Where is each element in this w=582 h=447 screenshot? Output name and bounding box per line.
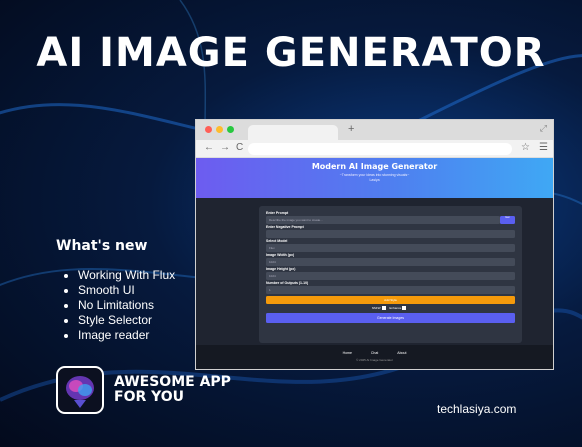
star-icon[interactable]: ☆: [521, 142, 530, 153]
reload-icon[interactable]: C: [236, 142, 243, 153]
gen-small-button[interactable]: Gen: [500, 216, 515, 224]
nsfw-checkbox[interactable]: [381, 306, 386, 311]
footer-links: Home Chat About: [196, 345, 553, 355]
whats-new-section: What's new Working With Flux Smooth UI N…: [56, 238, 175, 343]
site-url: techlasiya.com: [437, 402, 517, 416]
brain-app-icon: [56, 366, 104, 414]
new-tab-icon[interactable]: +: [348, 123, 354, 135]
negative-prompt-input[interactable]: [266, 230, 515, 238]
page-footer: Home Chat About © 2025 AI Image Generato…: [196, 345, 553, 369]
browser-titlebar: + ⤢: [196, 120, 553, 140]
generator-form: Enter Prompt Describe the image you want…: [259, 206, 522, 343]
headline: AI IMAGE GENERATOR: [36, 30, 546, 76]
footer-link-home[interactable]: Home: [343, 351, 352, 355]
browser-window: + ⤢ ← → C ☆ ☰ Modern AI Image Generator …: [195, 119, 554, 370]
height-input[interactable]: 1024: [266, 272, 515, 280]
feature-item: Working With Flux: [56, 268, 175, 283]
options-row: NSFW Enhance: [266, 304, 515, 313]
feature-item: No Limitations: [56, 298, 175, 313]
page-subtitle: ~Transform your ideas into stunning visu…: [339, 173, 410, 177]
prompt-input[interactable]: Describe the image you want to create...: [266, 216, 500, 224]
page-hero: Modern AI Image Generator ~Transform you…: [196, 158, 553, 198]
copyright: © 2025 AI Image Generator: [356, 358, 393, 362]
whats-new-title: What's new: [56, 238, 148, 254]
enhance-checkbox[interactable]: [402, 306, 407, 311]
width-input[interactable]: 1024: [266, 258, 515, 266]
feature-list: Working With Flux Smooth UI No Limitatio…: [56, 268, 175, 343]
page-viewport: Modern AI Image Generator ~Transform you…: [196, 158, 553, 369]
app-badge: AWESOME APP FOR YOU: [56, 366, 231, 414]
address-bar[interactable]: [248, 143, 512, 155]
footer-link-about[interactable]: About: [397, 351, 406, 355]
forward-icon[interactable]: →: [220, 142, 230, 153]
menu-icon[interactable]: ☰: [539, 142, 548, 153]
feature-item: Style Selector: [56, 313, 175, 328]
close-dot-icon[interactable]: [205, 126, 212, 133]
back-icon[interactable]: ←: [204, 142, 214, 153]
page-title: Modern AI Image Generator: [311, 162, 438, 171]
model-select[interactable]: Flux: [266, 244, 515, 252]
footer-link-chat[interactable]: Chat: [371, 351, 378, 355]
minimize-dot-icon[interactable]: [216, 126, 223, 133]
page-author: Lasiya: [369, 178, 380, 182]
app-name-line1: AWESOME APP: [114, 374, 231, 390]
outputs-input[interactable]: 1: [266, 286, 515, 294]
browser-tab[interactable]: [248, 125, 338, 140]
expand-icon[interactable]: ⤢: [540, 123, 547, 134]
feature-item: Image reader: [56, 328, 175, 343]
add-style-button[interactable]: Add Style: [266, 296, 515, 304]
app-name-line2: FOR YOU: [114, 389, 185, 405]
feature-item: Smooth UI: [56, 283, 175, 298]
enhance-label: Enhance: [389, 306, 402, 310]
nsfw-label: NSFW: [371, 306, 381, 310]
browser-toolbar: ← → C ☆ ☰: [196, 140, 553, 158]
maximize-dot-icon[interactable]: [227, 126, 234, 133]
generate-button[interactable]: Generate Images: [266, 313, 515, 323]
app-name: AWESOME APP FOR YOU: [114, 375, 231, 405]
